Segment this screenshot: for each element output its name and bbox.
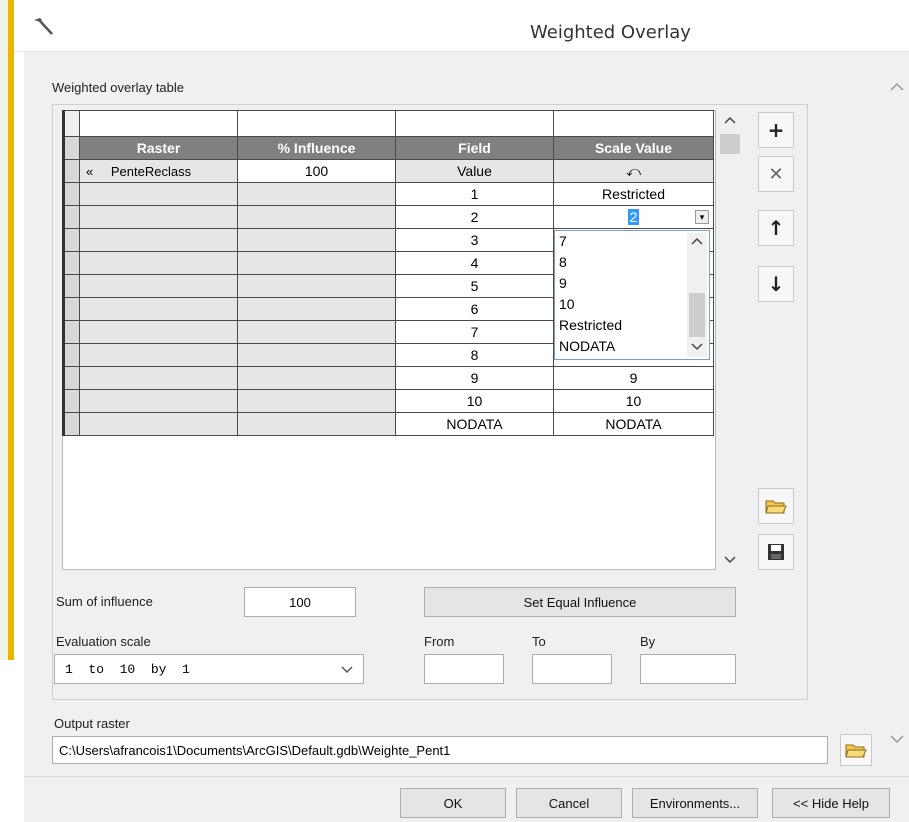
to-input[interactable] [532,654,612,684]
field-value: 9 [395,366,554,390]
remove-raster-button[interactable]: ✕ [758,156,794,192]
dropdown-option[interactable]: 9 [559,275,567,291]
by-input[interactable] [640,654,736,684]
scrollbar-thumb[interactable] [720,134,740,154]
scale-value-cell[interactable]: 9 [553,366,714,390]
help-panel-scrollbar[interactable] [884,58,909,774]
dropdown-scroll-thumb[interactable] [689,293,705,337]
collapse-icon[interactable]: « [86,164,93,179]
sum-of-influence-label: Sum of influence [56,594,153,609]
close-icon: ✕ [768,163,784,185]
field-value: 8 [395,343,554,367]
evaluation-scale-value: 1 to 10 by 1 [65,661,190,677]
column-header-scale-value[interactable]: Scale Value [553,136,714,160]
sum-of-influence-field: 100 [244,587,356,617]
column-header-raster[interactable]: Raster [79,136,238,160]
dropdown-option[interactable]: NODATA [559,338,615,354]
dropdown-scrollbar[interactable] [687,233,707,357]
move-down-button[interactable]: ↓ [758,266,794,302]
table-row: 10 10 [62,389,714,413]
table-row: 99 [62,366,714,390]
add-raster-button[interactable]: + [758,112,794,148]
open-button[interactable] [758,488,794,524]
arrow-up-icon: ↑ [767,216,785,240]
hammer-icon [30,14,58,42]
field-value: 4 [395,251,554,275]
chevron-down-icon[interactable]: ▾ [695,210,709,224]
background-map-strip [0,0,14,660]
table-row: NODATA NODATA [62,412,714,436]
table-row: 2 2 ▾ [62,205,714,229]
influence-cell[interactable]: 100 [237,159,396,183]
field-value: NODATA [395,412,554,436]
hide-help-button[interactable]: << Hide Help [772,788,890,818]
chevron-down-icon[interactable] [341,663,353,678]
column-header-field[interactable]: Field [395,136,554,160]
folder-open-icon [765,500,787,514]
set-equal-influence-button[interactable]: Set Equal Influence [424,587,736,617]
table-row: 1 Restricted [62,182,714,206]
arrow-down-icon: ↓ [767,272,785,296]
folder-open-icon [845,744,867,758]
to-label: To [532,634,546,649]
field-value: 6 [395,297,554,321]
scale-value-selected-text[interactable]: 2 [627,209,640,225]
evaluation-scale-select[interactable]: 1 to 10 by 1 [54,654,364,684]
field-value: 2 [395,205,554,229]
save-button[interactable] [758,534,794,570]
dropdown-option[interactable]: 10 [559,296,575,312]
scale-value-cell[interactable]: 10 [553,389,714,413]
field-value: 1 [395,182,554,206]
evaluation-scale-label: Evaluation scale [56,634,151,649]
from-input[interactable] [424,654,504,684]
plus-icon: + [767,118,785,142]
weighted-overlay-table-label: Weighted overlay table [52,80,185,95]
field-value: 7 [395,320,554,344]
field-value: 10 [395,389,554,413]
title-bar [14,0,909,52]
scale-value-cell[interactable]: Restricted [553,182,714,206]
undo-icon[interactable]: ⤺ [553,159,714,183]
environments-button[interactable]: Environments... [632,788,758,818]
field-value: 3 [395,228,554,252]
dropdown-option[interactable]: 7 [559,233,567,249]
field-value: 5 [395,274,554,298]
dropdown-option[interactable]: 8 [559,254,567,270]
save-icon [768,544,784,560]
field-cell: Value [395,159,554,183]
cancel-button[interactable]: Cancel [516,788,622,818]
from-label: From [424,634,455,649]
ok-button[interactable]: OK [400,788,506,818]
output-raster-input[interactable]: C:\Users\afrancois1\Documents\ArcGIS\Def… [52,736,828,764]
column-header-influence[interactable]: % Influence [237,136,396,160]
table-scrollbar[interactable] [718,110,742,570]
scale-value-dropdown-list[interactable]: 7 8 9 10 Restricted NODATA [554,230,710,360]
scale-value-cell[interactable]: NODATA [553,412,714,436]
scale-value-editor[interactable]: 2 ▾ [553,205,714,229]
by-label: By [640,634,656,649]
move-up-button[interactable]: ↑ [758,210,794,246]
raster-row[interactable]: « PenteReclass 100 Value ⤺ [62,159,714,183]
output-raster-label: Output raster [54,716,130,731]
browse-output-button[interactable] [840,734,872,766]
dropdown-option[interactable]: Restricted [559,317,622,333]
window-title: Weighted Overlay [530,22,691,43]
raster-name: PenteReclass [110,163,192,179]
